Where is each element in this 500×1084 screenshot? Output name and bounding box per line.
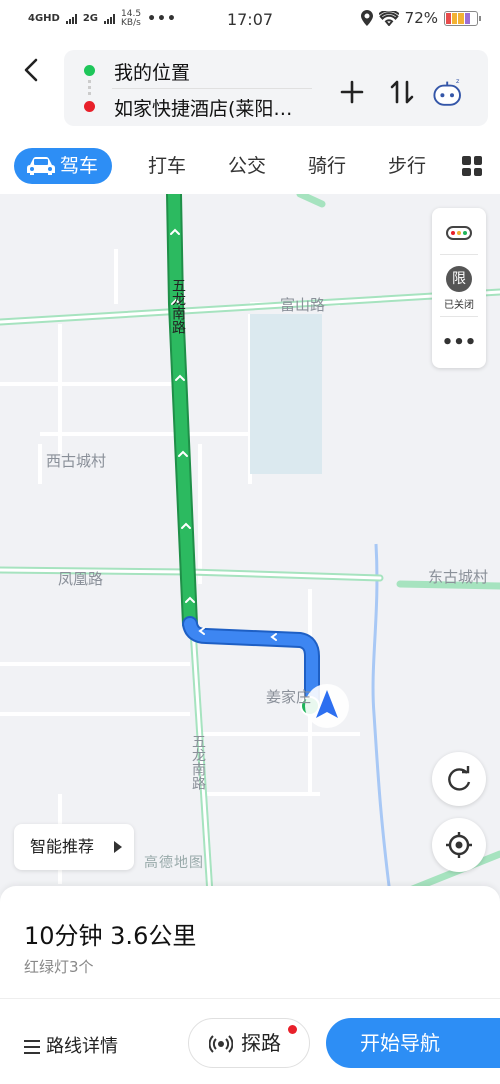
traffic-lights-count: 红绿灯3个 <box>24 958 94 976</box>
map-canvas <box>0 194 500 894</box>
add-waypoint-icon[interactable] <box>336 76 368 108</box>
traffic-light-icon[interactable] <box>446 226 472 240</box>
place-label-jiangjia: 姜家庄 <box>266 688 312 706</box>
refresh-icon <box>448 766 471 791</box>
start-navigation-button[interactable]: 开始导航 <box>326 1018 500 1068</box>
tab-taxi[interactable]: 打车 <box>148 148 186 184</box>
road-label-fenghuang: 凤凰路 <box>58 570 104 588</box>
route-detail-button[interactable]: 路线详情 <box>24 1032 118 1058</box>
route-connector <box>88 80 91 96</box>
route-inputs: 我的位置 如家快捷酒店(莱阳… z <box>64 50 488 126</box>
location-icon <box>360 10 373 26</box>
tab-bike[interactable]: 骑行 <box>308 148 346 184</box>
explore-label: 探路 <box>241 1031 281 1055</box>
travel-mode-tabs: 驾车 打车 公交 骑行 步行 <box>0 138 500 194</box>
svg-text:z: z <box>456 77 460 85</box>
refresh-route-button[interactable] <box>432 752 486 806</box>
tab-bus[interactable]: 公交 <box>228 148 266 184</box>
restriction-icon[interactable]: 限 <box>446 266 472 292</box>
map-tools-panel: 限 已关闭 ••• <box>432 208 486 368</box>
notification-dot <box>288 1025 297 1034</box>
back-icon[interactable] <box>18 56 46 84</box>
road-label-fushan: 富山路 <box>280 296 326 314</box>
status-right: 72% <box>360 9 481 27</box>
origin-dot-icon <box>84 65 95 76</box>
smart-recommend-label: 智能推荐 <box>30 837 95 856</box>
locate-me-button[interactable] <box>432 818 486 872</box>
map-view[interactable]: 五龙南路 富山路 西古城村 凤凰路 东古城村 姜家庄 五龙南路 限 已关闭 ••… <box>0 194 500 894</box>
divider <box>440 254 478 255</box>
amap-logo: 高德地图 <box>144 855 204 871</box>
swap-route-icon[interactable] <box>386 76 418 108</box>
assistant-robot-icon[interactable]: z <box>432 76 464 108</box>
route-header: 我的位置 如家快捷酒店(莱阳… z <box>0 38 500 138</box>
divider <box>0 998 500 999</box>
crosshair-icon <box>446 832 472 858</box>
battery-percent: 72% <box>404 9 438 27</box>
place-label-donggucheng: 东古城村 <box>428 568 489 586</box>
tab-walk[interactable]: 步行 <box>388 148 426 184</box>
car-icon <box>27 157 55 175</box>
route-summary-sheet: 10分钟 3.6公里 红绿灯3个 路线详情 探路 开始导航 <box>0 886 500 1084</box>
battery-icon <box>444 10 481 26</box>
tab-drive-label: 驾车 <box>60 155 99 177</box>
explore-route-button[interactable]: 探路 <box>188 1018 310 1068</box>
restriction-status: 已关闭 <box>444 300 474 311</box>
place-label-xigucheng: 西古城村 <box>46 452 107 470</box>
tab-drive[interactable]: 驾车 <box>14 148 112 184</box>
destination-dot-icon <box>84 101 95 112</box>
road-label-wulong-south: 五龙南路 <box>190 734 206 790</box>
smart-recommend-button[interactable]: 智能推荐 <box>14 824 134 870</box>
broadcast-icon <box>209 1035 233 1053</box>
more-tools-icon[interactable]: ••• <box>432 332 486 353</box>
divider <box>440 316 478 317</box>
route-detail-label: 路线详情 <box>46 1036 118 1057</box>
more-modes-grid-icon[interactable] <box>462 156 482 176</box>
divider <box>112 88 312 89</box>
road-label-wulong: 五龙南路 <box>170 278 186 334</box>
wifi-icon <box>378 10 399 26</box>
list-icon <box>24 1040 40 1054</box>
status-bar: 4GHD 2G 14.5 KB/s ••• 17:07 72% <box>0 0 500 38</box>
route-eta[interactable]: 10分钟 3.6公里 <box>24 916 196 951</box>
destination-field[interactable]: 如家快捷酒店(莱阳… <box>114 94 292 121</box>
play-arrow-icon <box>114 841 122 853</box>
origin-field[interactable]: 我的位置 <box>114 58 190 85</box>
